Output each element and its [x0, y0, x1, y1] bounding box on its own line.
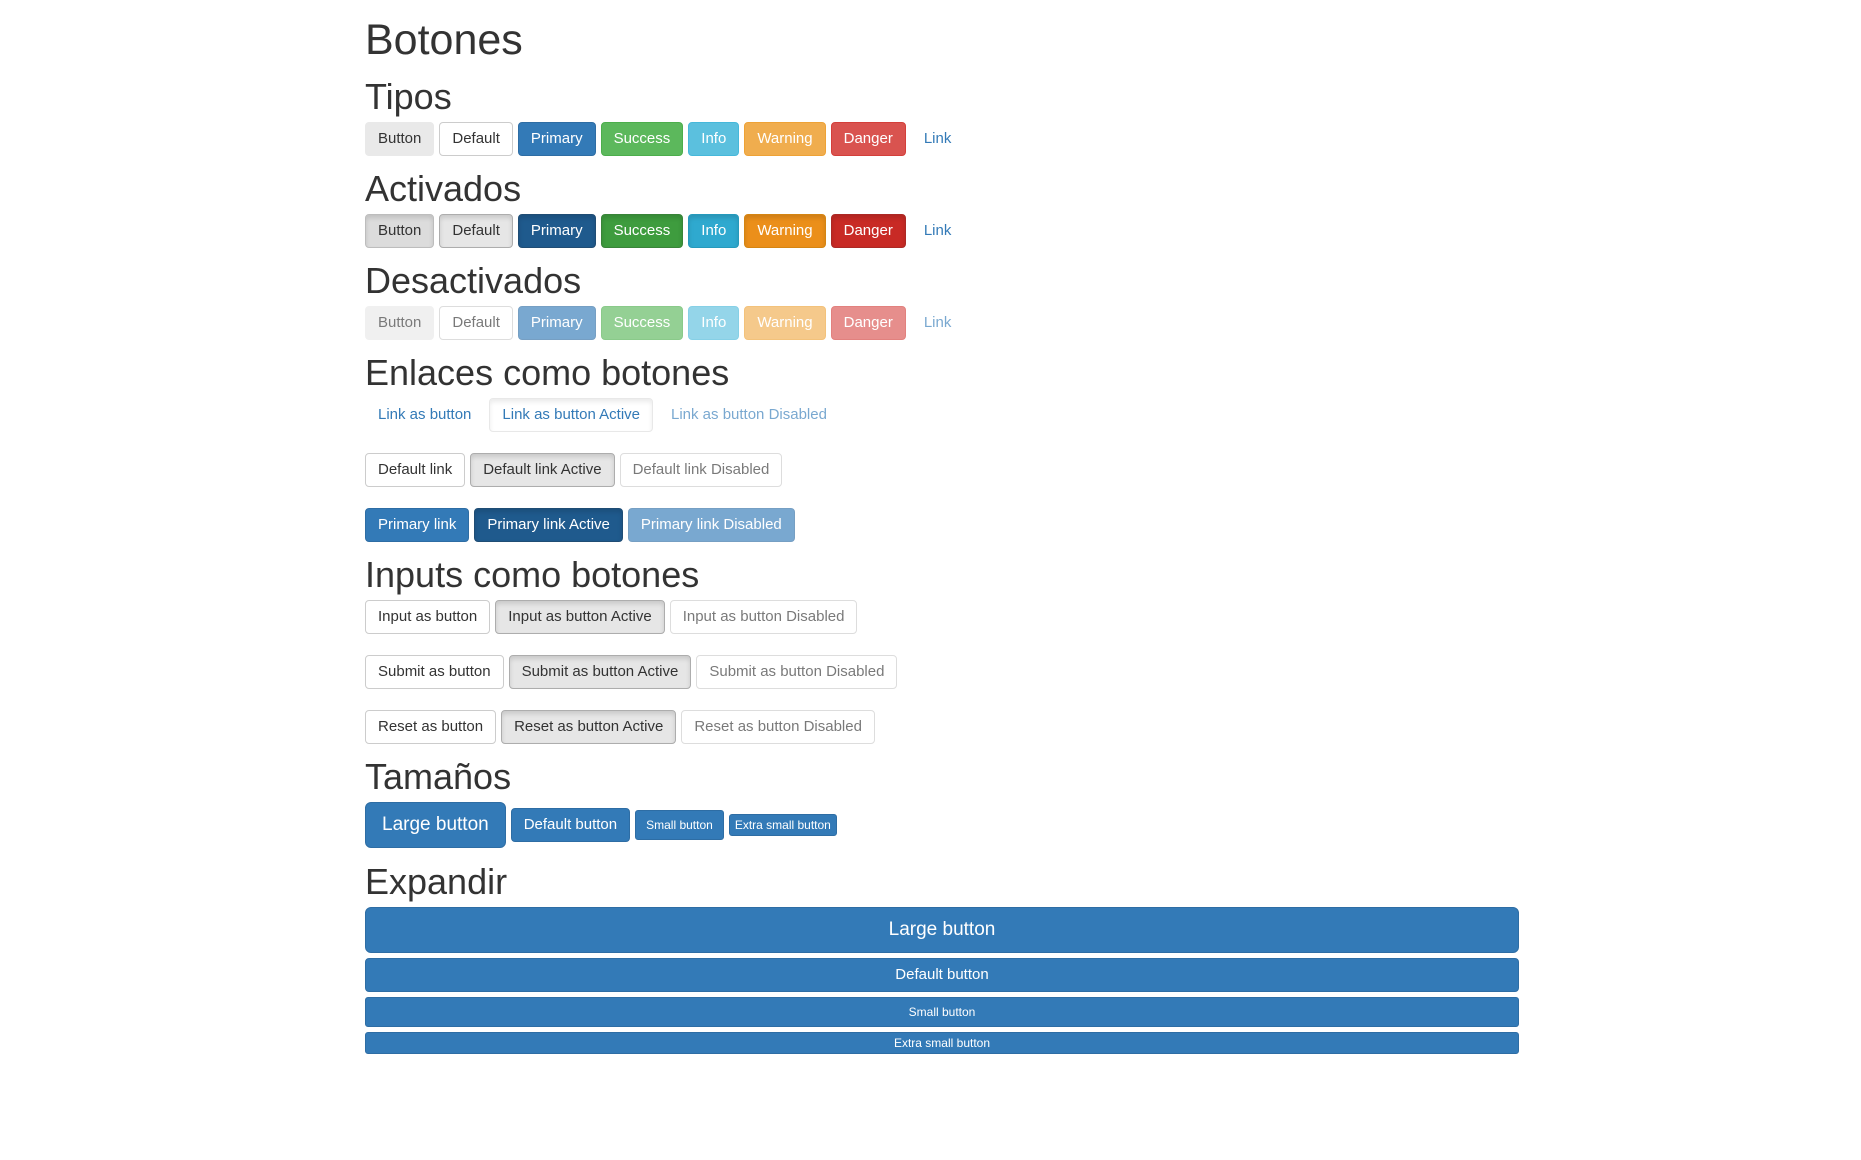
button-plain-disabled[interactable]: Button: [365, 306, 435, 340]
block-default-button[interactable]: Default button: [365, 958, 1519, 992]
default-link[interactable]: Default link: [365, 453, 466, 487]
enlaces-link-row: Link as button Link as button Active Lin…: [365, 398, 1519, 432]
small-button[interactable]: Small button: [635, 810, 724, 840]
tamanos-button-row: Large button Default button Small button…: [365, 802, 1519, 848]
large-button[interactable]: Large button: [365, 802, 506, 848]
button-link-active[interactable]: Link: [911, 214, 965, 248]
section-title-activados: Activados: [365, 168, 522, 209]
expandir-button-stack: Large button Default button Small button…: [365, 907, 1519, 1054]
button-primary[interactable]: Primary: [517, 122, 596, 156]
section-title-enlaces: Enlaces como botones: [365, 352, 730, 393]
button-danger-active[interactable]: Danger: [830, 214, 906, 248]
button-danger[interactable]: Danger: [830, 122, 906, 156]
button-success-active[interactable]: Success: [600, 214, 684, 248]
button-plain-active[interactable]: Button: [365, 214, 435, 248]
button-warning[interactable]: Warning: [744, 122, 826, 156]
block-small-button[interactable]: Small button: [365, 997, 1519, 1027]
button-warning-active[interactable]: Warning: [744, 214, 826, 248]
section-title-inputs: Inputs como botones: [365, 554, 700, 595]
default-link-disabled[interactable]: Default link Disabled: [619, 453, 783, 487]
button-link[interactable]: Link: [911, 122, 965, 156]
input-as-button-active[interactable]: Input as button Active: [495, 600, 665, 634]
button-default-active[interactable]: Default: [439, 214, 513, 248]
button-success-disabled[interactable]: Success: [600, 306, 684, 340]
section-title-tamanos: Tamaños: [365, 756, 512, 797]
enlaces-default-row: Default link Default link Active Default…: [365, 453, 1519, 487]
input-as-button[interactable]: Input as button: [365, 600, 491, 634]
desactivados-button-row: Button Default Primary Success Info Warn…: [365, 306, 1519, 340]
link-as-button-disabled[interactable]: Link as button Disabled: [658, 398, 840, 432]
default-link-active[interactable]: Default link Active: [470, 453, 615, 487]
reset-as-button-disabled[interactable]: Reset as button Disabled: [681, 710, 875, 744]
submit-as-button[interactable]: Submit as button: [365, 655, 504, 689]
button-info-active[interactable]: Info: [688, 214, 740, 248]
default-size-button[interactable]: Default button: [510, 808, 631, 842]
activados-button-row: Button Default Primary Success Info Warn…: [365, 214, 1519, 248]
submit-as-button-disabled[interactable]: Submit as button Disabled: [696, 655, 898, 689]
extra-small-button[interactable]: Extra small button: [728, 814, 837, 836]
button-default-disabled[interactable]: Default: [439, 306, 513, 340]
tipos-button-row: Button Default Primary Success Info Warn…: [365, 122, 1519, 156]
button-info[interactable]: Info: [688, 122, 740, 156]
button-danger-disabled[interactable]: Danger: [830, 306, 906, 340]
submit-as-button-active[interactable]: Submit as button Active: [508, 655, 692, 689]
button-primary-active[interactable]: Primary: [517, 214, 596, 248]
primary-link-active[interactable]: Primary link Active: [474, 508, 623, 542]
button-link-disabled[interactable]: Link: [911, 306, 965, 340]
button-default[interactable]: Default: [439, 122, 513, 156]
primary-link-disabled[interactable]: Primary link Disabled: [627, 508, 795, 542]
link-as-button-active[interactable]: Link as button Active: [489, 398, 653, 432]
button-success[interactable]: Success: [600, 122, 684, 156]
button-plain[interactable]: Button: [365, 122, 435, 156]
input-as-button-disabled[interactable]: Input as button Disabled: [669, 600, 858, 634]
block-large-button[interactable]: Large button: [365, 907, 1519, 953]
section-title-expandir: Expandir: [365, 861, 508, 902]
block-extra-small-button[interactable]: Extra small button: [365, 1032, 1519, 1054]
reset-as-button[interactable]: Reset as button: [365, 710, 497, 744]
primary-link[interactable]: Primary link: [365, 508, 470, 542]
link-as-button[interactable]: Link as button: [365, 398, 484, 432]
inputs-submit-row: Submit as button Submit as button Active…: [365, 655, 1519, 689]
page-title: Botones: [365, 16, 523, 64]
button-info-disabled[interactable]: Info: [688, 306, 740, 340]
page-container: Botones Tipos Button Default Primary Suc…: [365, 0, 1519, 1054]
inputs-input-row: Input as button Input as button Active I…: [365, 600, 1519, 634]
enlaces-primary-row: Primary link Primary link Active Primary…: [365, 508, 1519, 542]
button-primary-disabled[interactable]: Primary: [517, 306, 596, 340]
inputs-reset-row: Reset as button Reset as button Active R…: [365, 710, 1519, 744]
section-title-tipos: Tipos: [365, 76, 452, 117]
button-warning-disabled[interactable]: Warning: [744, 306, 826, 340]
reset-as-button-active[interactable]: Reset as button Active: [501, 710, 677, 744]
section-title-desactivados: Desactivados: [365, 260, 582, 301]
